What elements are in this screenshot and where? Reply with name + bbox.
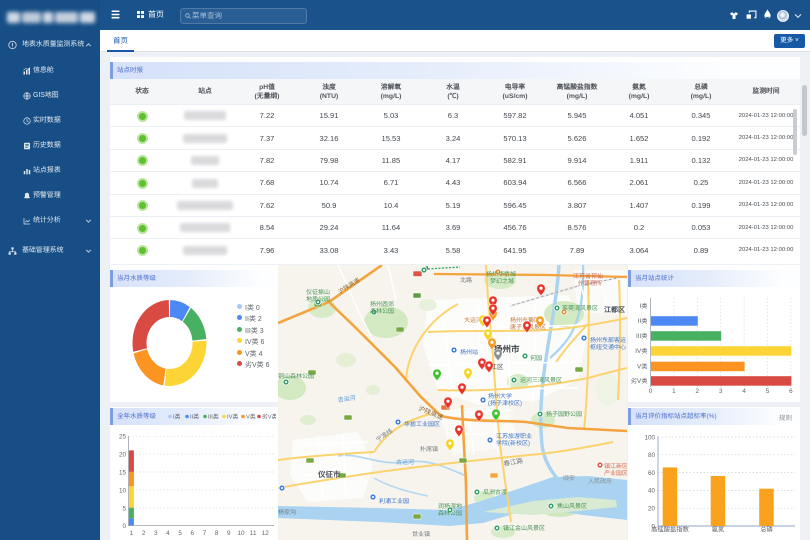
- svg-text:梦幻之城: 梦幻之城: [490, 277, 514, 285]
- svg-text:州管理所: 州管理所: [578, 279, 602, 287]
- svg-text:枢纽交通中心: 枢纽交通中心: [590, 343, 626, 351]
- svg-text:0: 0: [122, 522, 126, 529]
- svg-text:60: 60: [648, 469, 656, 476]
- svg-text:5: 5: [178, 530, 182, 537]
- svg-text:劣V类: 劣V类: [631, 377, 648, 385]
- svg-text:润扬湿地: 润扬湿地: [438, 502, 462, 510]
- svg-text:利浦工业园: 利浦工业园: [379, 497, 409, 505]
- svg-text:2: 2: [696, 388, 700, 395]
- svg-text:学院(新校区): 学院(新校区): [496, 439, 530, 447]
- svg-text:瓜洲古渡: 瓜洲古渡: [483, 488, 507, 496]
- svg-text:仪征捺山: 仪征捺山: [306, 288, 330, 296]
- svg-text:镇江新区: 镇江新区: [604, 462, 627, 470]
- svg-text:江苏省邗仙: 江苏省邗仙: [573, 272, 603, 280]
- svg-text:朴席镇: 朴席镇: [420, 445, 438, 453]
- svg-text:III类: III类: [636, 332, 648, 340]
- svg-text:3: 3: [719, 388, 723, 395]
- svg-text:北路: 北路: [460, 276, 472, 284]
- svg-text:6: 6: [191, 530, 195, 537]
- svg-text:IV类: IV类: [635, 347, 648, 355]
- svg-text:扬子园野公园: 扬子园野公园: [546, 410, 582, 418]
- svg-text:地质公园: 地质公园: [306, 295, 330, 303]
- svg-text:顺安: 顺安: [563, 474, 575, 482]
- svg-text:10: 10: [237, 530, 245, 537]
- svg-text:森林公园: 森林公园: [370, 307, 394, 315]
- svg-text:江苏旅游职业: 江苏旅游职业: [496, 432, 532, 440]
- svg-text:I类: I类: [639, 302, 648, 310]
- svg-text:0: 0: [649, 388, 653, 395]
- svg-text:人民政府: 人民政府: [588, 477, 612, 485]
- svg-text:运河三湾风景区: 运河三湾风景区: [520, 376, 562, 384]
- svg-text:(扬子津校区): (扬子津校区): [488, 399, 522, 407]
- svg-text:5: 5: [766, 388, 770, 395]
- svg-text:20: 20: [119, 451, 127, 458]
- svg-text:古运河: 古运河: [396, 458, 414, 466]
- svg-text:15: 15: [119, 469, 127, 476]
- svg-text:9: 9: [227, 530, 231, 537]
- svg-text:12: 12: [262, 530, 270, 537]
- svg-text:镇江金山风景区: 镇江金山风景区: [503, 524, 545, 532]
- svg-text:江都区: 江都区: [604, 306, 625, 314]
- svg-text:6: 6: [789, 388, 793, 395]
- svg-text:25: 25: [119, 433, 127, 440]
- svg-text:20: 20: [648, 505, 656, 512]
- svg-text:总磷: 总磷: [760, 525, 773, 533]
- svg-text:产业园区: 产业园区: [604, 469, 627, 477]
- svg-text:茱萸湾风景区: 茱萸湾风景区: [562, 304, 598, 312]
- svg-text:4: 4: [742, 388, 746, 395]
- svg-text:氨氮: 氨氮: [712, 525, 725, 533]
- svg-text:铜山森林公园: 铜山森林公园: [278, 372, 314, 380]
- svg-text:5: 5: [122, 505, 126, 512]
- svg-text:100: 100: [644, 434, 655, 441]
- svg-text:40: 40: [648, 487, 656, 494]
- svg-text:扬州东部客运: 扬州东部客运: [590, 336, 626, 344]
- svg-text:扬州大学: 扬州大学: [488, 392, 512, 400]
- svg-text:扬州华侨城: 扬州华侨城: [486, 270, 516, 278]
- svg-text:高锰酸盐指数: 高锰酸盐指数: [651, 525, 689, 533]
- svg-text:焦山风景区: 焦山风景区: [557, 502, 587, 510]
- svg-text:华摅工业园区: 华摅工业园区: [404, 420, 440, 428]
- svg-text:扬州西郊: 扬州西郊: [370, 300, 394, 308]
- svg-text:8: 8: [215, 530, 219, 537]
- svg-text:杨家沟: 杨家沟: [278, 508, 296, 516]
- svg-text:II类: II类: [638, 317, 648, 325]
- svg-text:4: 4: [166, 530, 170, 537]
- svg-text:10: 10: [119, 487, 127, 494]
- svg-text:80: 80: [648, 452, 656, 459]
- svg-text:1: 1: [672, 388, 676, 395]
- svg-text:11: 11: [250, 530, 257, 537]
- svg-text:2: 2: [142, 530, 146, 537]
- svg-text:3: 3: [154, 530, 158, 537]
- svg-text:仪征市: 仪征市: [317, 470, 341, 479]
- svg-text:V类: V类: [637, 363, 648, 371]
- svg-text:7: 7: [203, 530, 207, 537]
- svg-text:1: 1: [130, 530, 134, 537]
- svg-text:世业镇: 世业镇: [412, 530, 430, 538]
- svg-text:何园: 何园: [530, 354, 542, 362]
- svg-text:扬州站: 扬州站: [460, 348, 478, 356]
- svg-text:森林公园: 森林公园: [438, 509, 462, 517]
